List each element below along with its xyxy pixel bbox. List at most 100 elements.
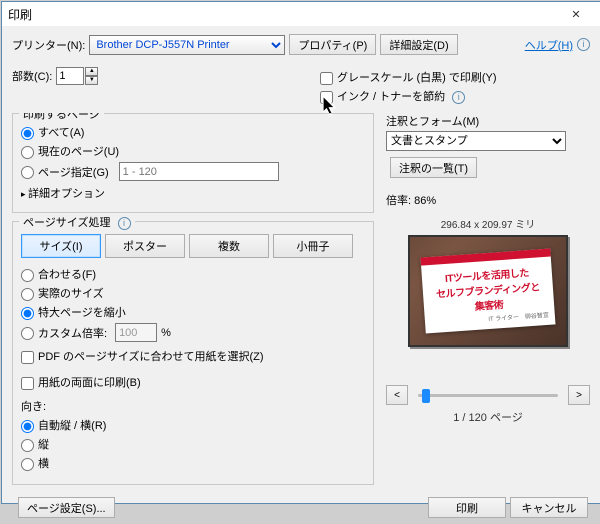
close-icon: ✕ [571,8,580,21]
page-indicator: 1 / 120 ページ [453,409,523,425]
prev-page-button[interactable]: < [386,385,408,405]
pages-all-label: すべて(A) [38,127,84,139]
titlebar: 印刷 ✕ [2,2,600,26]
grayscale-label: グレースケール (白黒) で印刷(Y) [337,72,497,84]
comments-select[interactable]: 文書とスタンプ [386,131,566,151]
advanced-button[interactable]: 詳細設定(D) [380,34,457,55]
footer: ページ設定(S)... 印刷 キャンセル [12,493,590,518]
info-icon[interactable]: i [118,217,131,230]
pages-range-input[interactable] [119,162,279,181]
scale-value: 86% [414,195,436,207]
tab-size[interactable]: サイズ(I) [21,234,101,258]
orient-portrait-radio[interactable] [21,439,34,452]
tab-booklet[interactable]: 小冊子 [273,234,353,258]
help-link[interactable]: ヘルプ(H) [525,37,573,53]
page-range-legend: 印刷するページ [19,113,104,122]
grayscale-option[interactable]: グレースケール (白黒) で印刷(Y) [320,69,590,85]
properties-button[interactable]: プロパティ(P) [289,34,376,55]
right-panel: 注釈とフォーム(M) 文書とスタンプ 注釈の一覧(T) 倍率: 86% 296.… [382,113,590,493]
copies-input[interactable] [56,67,84,85]
choose-paper-label: PDF のページサイズに合わせて用紙を選択(Z) [38,351,264,363]
page-dimensions: 296.84 x 209.97 ミリ [441,216,536,231]
page-nav-row: < > [386,385,590,405]
close-button[interactable]: ✕ [558,2,594,26]
next-page-button[interactable]: > [568,385,590,405]
printer-label: プリンター(N): [12,37,85,53]
duplex-label: 用紙の両面に印刷(B) [38,377,141,389]
left-panel: 印刷するページ すべて(A) 現在のページ(U) ページ指定(G) 詳細オプショ… [12,113,382,493]
printer-select[interactable]: Brother DCP-J557N Printer [89,35,285,55]
orient-portrait-option[interactable]: 縦 [21,439,49,451]
pages-range-radio[interactable] [21,166,34,179]
orientation-label: 向き: [21,398,365,414]
shrink-label: 特大ページを縮小 [38,307,126,319]
slider-thumb[interactable] [422,389,430,403]
fit-option[interactable]: 合わせる(F) [21,269,96,281]
save-ink-checkbox[interactable] [320,91,333,104]
dialog-body: プリンター(N): Brother DCP-J557N Printer プロパテ… [2,26,600,524]
orient-auto-label: 自動縦 / 横(R) [38,420,106,432]
orient-portrait-label: 縦 [38,439,49,451]
print-button[interactable]: 印刷 [428,497,506,518]
scale-label: 倍率: [386,195,414,207]
actual-radio[interactable] [21,288,34,301]
orient-landscape-label: 横 [38,458,49,470]
cancel-button[interactable]: キャンセル [510,497,588,518]
actual-option[interactable]: 実際のサイズ [21,288,104,300]
choose-paper-option[interactable]: PDF のページサイズに合わせて用紙を選択(Z) [21,351,264,363]
pages-range-option[interactable]: ページ指定(G) [21,164,109,180]
more-options-link[interactable]: 詳細オプション [21,185,365,201]
spin-up-icon[interactable]: ▲ [85,67,98,76]
fit-radio[interactable] [21,269,34,282]
pages-current-label: 現在のページ(U) [38,146,119,158]
printer-row: プリンター(N): Brother DCP-J557N Printer プロパテ… [12,34,590,55]
sizing-group: ページサイズ処理 i サイズ(I) ポスター 複数 小冊子 合わせる(F) 実際… [12,221,374,485]
duplex-option[interactable]: 用紙の両面に印刷(B) [21,377,141,389]
page-setup-button[interactable]: ページ設定(S)... [18,497,115,518]
page-total: 120 [469,412,487,424]
save-ink-label: インク / トナーを節約 [337,91,445,103]
copies-label: 部数(C): [12,68,52,84]
preview-area: 296.84 x 209.97 ミリ ITツールを活用した セルフブランディング… [386,208,590,493]
copies-spinner[interactable]: ▲ ▼ [56,67,98,85]
page-slider[interactable] [418,394,558,397]
spin-down-icon[interactable]: ▼ [85,76,98,85]
custom-scale-label: カスタム倍率: [38,328,107,340]
actual-label: 実際のサイズ [38,288,104,300]
tab-multiple[interactable]: 複数 [189,234,269,258]
page-suffix: ページ [487,412,523,424]
pages-all-option[interactable]: すべて(A) [21,127,84,139]
page-thumbnail: ITツールを活用した セルフブランディングと 集客術 IT ライター 柳谷智宣 [408,235,568,347]
sizing-legend-text: ページサイズ処理 [23,217,110,229]
comments-label: 注釈とフォーム(M) [386,113,590,129]
summarize-comments-button[interactable]: 注釈の一覧(T) [390,157,477,178]
grayscale-checkbox[interactable] [320,72,333,85]
pages-current-radio[interactable] [21,146,34,159]
custom-scale-radio[interactable] [21,327,34,340]
orient-landscape-option[interactable]: 横 [21,458,49,470]
pages-range-label: ページ指定(G) [38,167,109,179]
dialog-title: 印刷 [8,6,558,23]
orient-auto-option[interactable]: 自動縦 / 横(R) [21,420,106,432]
choose-paper-checkbox[interactable] [21,351,34,364]
shrink-option[interactable]: 特大ページを縮小 [21,307,126,319]
help-icon[interactable]: i [577,38,590,51]
orient-landscape-radio[interactable] [21,458,34,471]
fit-label: 合わせる(F) [38,269,96,281]
page-range-group: 印刷するページ すべて(A) 現在のページ(U) ページ指定(G) 詳細オプショ… [12,113,374,213]
pages-all-radio[interactable] [21,127,34,140]
page-sep: / [459,412,468,424]
slide-preview: ITツールを活用した セルフブランディングと 集客術 IT ライター 柳谷智宣 [421,249,556,334]
print-dialog: 印刷 ✕ プリンター(N): Brother DCP-J557N Printer… [1,1,600,504]
tab-poster[interactable]: ポスター [105,234,185,258]
custom-scale-option[interactable]: カスタム倍率: [21,325,107,341]
save-ink-option[interactable]: インク / トナーを節約 i [320,88,590,104]
sizing-legend: ページサイズ処理 i [19,214,135,230]
info-icon[interactable]: i [452,91,465,104]
percent-label: % [161,327,171,339]
custom-scale-input [115,323,157,342]
duplex-checkbox[interactable] [21,377,34,390]
shrink-radio[interactable] [21,307,34,320]
pages-current-option[interactable]: 現在のページ(U) [21,146,119,158]
orient-auto-radio[interactable] [21,420,34,433]
